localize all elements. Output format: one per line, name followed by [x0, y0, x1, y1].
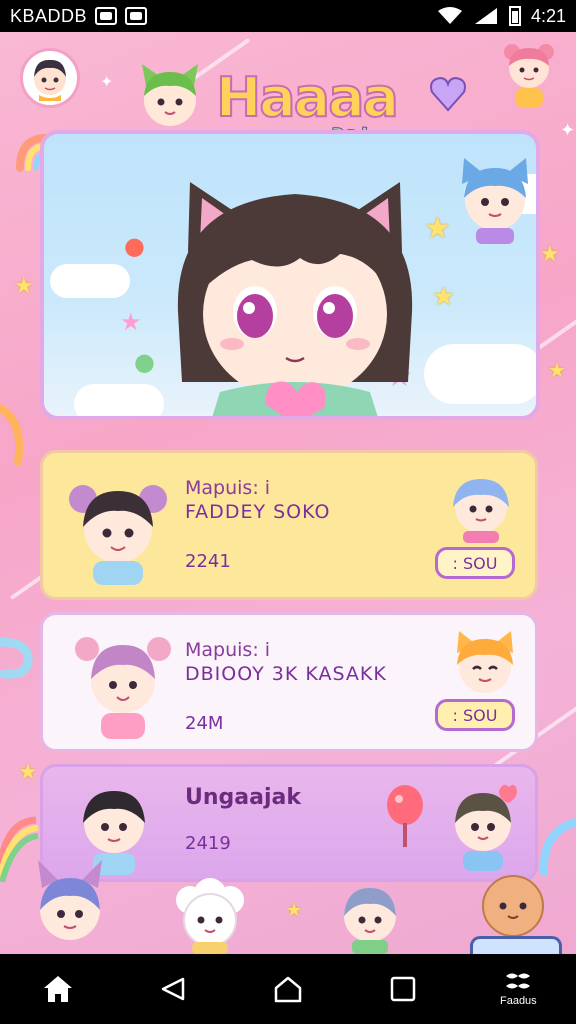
house-icon: [274, 976, 302, 1003]
mouse-girl-character: [69, 485, 167, 585]
cloud-decor: [424, 344, 536, 404]
cat-girl-character: [177, 182, 413, 416]
home-icon: [43, 976, 72, 1002]
bunny-character: [38, 860, 102, 940]
star-icon: ★: [120, 308, 142, 336]
star-icon: ★: [540, 242, 560, 267]
cat-mascot-icon: [142, 64, 198, 126]
notification-icon: [95, 7, 118, 25]
nav-more-label: Faadus: [499, 995, 537, 1007]
orange-cat-character: [457, 631, 513, 693]
square-icon: [390, 976, 416, 1002]
card-action-button[interactable]: : SOU: [435, 699, 515, 731]
star-icon: ★: [18, 760, 38, 785]
apple-icon: ●: [124, 232, 145, 260]
card-title: Ungaajak: [185, 785, 301, 810]
bear-mascot-icon: [504, 44, 554, 108]
pink-cat-character: [75, 637, 171, 739]
wifi-icon: [437, 7, 462, 24]
star-icon: ★: [432, 282, 456, 312]
card-count: 24M: [185, 713, 224, 734]
nav-recents-button[interactable]: [373, 959, 433, 1019]
content-card[interactable]: Ungaajak 2419: [40, 764, 538, 882]
system-nav-bar: Faadus: [0, 954, 576, 1024]
logo-title: Haaaa: [215, 65, 400, 130]
card-title: DBIOOY 3K KASAKK: [185, 663, 387, 685]
heart-balloon-icon: [430, 76, 466, 112]
star-icon: ★: [286, 900, 303, 921]
back-icon: [161, 977, 185, 1001]
card-count: 2419: [185, 833, 231, 854]
clock: 4:21: [530, 5, 566, 26]
nav-more-button[interactable]: Faadus: [488, 959, 548, 1019]
cloud-decor: [50, 264, 130, 298]
leaf-icon: ●: [134, 348, 155, 376]
carrier-label: KBADDB: [10, 5, 88, 26]
card-count: 2241: [185, 551, 231, 572]
hero-banner[interactable]: ★ ★ ★ ★ ● ●: [40, 130, 540, 420]
menu-icon: [506, 973, 531, 989]
card-action-button[interactable]: : SOU: [435, 547, 515, 579]
blue-cat-character: [462, 158, 528, 244]
star-icon: ★: [548, 358, 566, 382]
content-card[interactable]: Mapuis: i DBIOOY 3K KASAKK 24M : SOU: [40, 612, 538, 752]
sparkle-icon: ✦: [560, 120, 576, 141]
card-label: Mapuis: i: [185, 477, 271, 499]
brown-haired-character: [455, 784, 517, 871]
nav-home-button[interactable]: [28, 959, 88, 1019]
star-icon: ★: [14, 274, 34, 299]
avatar: [34, 59, 66, 101]
blue-haired-character: [453, 479, 509, 543]
rainbow-arc-icon: [0, 404, 24, 466]
card-label: Mapuis: i: [185, 639, 271, 661]
cloud-swirl-icon: [0, 637, 33, 679]
sheep-character: [176, 878, 244, 954]
battery-icon: [508, 6, 521, 26]
notification-icon-2: [125, 7, 148, 25]
lollipop-icon: [387, 785, 423, 847]
signal-icon: [474, 8, 497, 24]
nav-house-button[interactable]: [258, 959, 318, 1019]
app-screen: ★ ★ ★ ★ ★ ✦ ✦ Haaaa ★ ★ ★ ● ● Mapuis: i …: [0, 32, 576, 954]
nav-back-button[interactable]: [143, 959, 203, 1019]
content-card[interactable]: Mapuis: i FADDEY SOKO 2241 : SOU: [40, 450, 538, 600]
profile-avatar-button[interactable]: [20, 48, 80, 108]
card-title: FADDEY SOKO: [185, 501, 331, 523]
sparkle-icon: ✦: [100, 72, 114, 91]
status-bar: KBADDB 4:21: [0, 0, 576, 32]
cloud-decor: [74, 384, 164, 416]
brown-bear-character: [482, 875, 544, 937]
floating-tab-button[interactable]: [470, 936, 562, 954]
gray-haired-character: [344, 888, 396, 954]
